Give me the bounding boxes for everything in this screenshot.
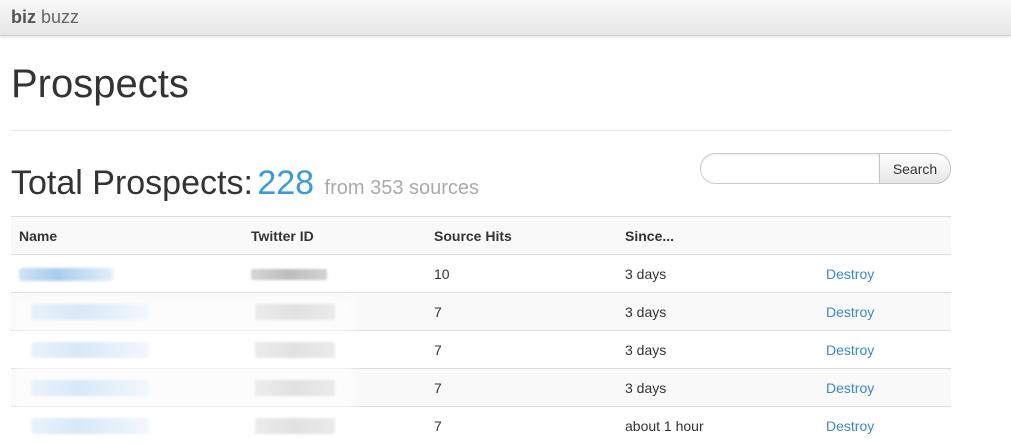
table-row: 7 3 days Destroy bbox=[11, 368, 951, 407]
actions-cell: Destroy bbox=[818, 406, 951, 445]
brand-light-text: buzz bbox=[41, 7, 80, 27]
actions-cell: Destroy bbox=[818, 254, 951, 293]
since-cell: 3 days bbox=[617, 368, 818, 407]
column-header-since[interactable]: Since... bbox=[617, 216, 818, 255]
total-prospects-summary: Total Prospects: 228 from 353 sources bbox=[11, 166, 479, 200]
prospect-name-cell[interactable] bbox=[11, 368, 243, 407]
prospect-name-cell[interactable] bbox=[11, 406, 243, 445]
actions-cell: Destroy bbox=[818, 292, 951, 331]
total-prospects-count: 228 bbox=[257, 164, 315, 202]
source-hits-cell: 7 bbox=[426, 368, 617, 407]
title-divider bbox=[11, 130, 951, 131]
redacted-twitter-id bbox=[255, 418, 335, 435]
redacted-name-link[interactable] bbox=[19, 268, 113, 282]
twitter-id-cell bbox=[243, 254, 426, 293]
actions-cell: Destroy bbox=[818, 368, 951, 407]
table-header-row: Name Twitter ID Source Hits Since... bbox=[11, 216, 951, 255]
actions-cell: Destroy bbox=[818, 330, 951, 369]
source-hits-cell: 7 bbox=[426, 406, 617, 445]
table-row: 7 3 days Destroy bbox=[11, 330, 951, 369]
table-row: 7 3 days Destroy bbox=[11, 292, 951, 331]
since-cell: 3 days bbox=[617, 330, 818, 369]
sources-count-text: from 353 sources bbox=[324, 177, 480, 199]
search-form: Search bbox=[700, 153, 951, 184]
redacted-twitter-id bbox=[255, 342, 335, 359]
redacted-twitter-id bbox=[251, 269, 327, 281]
destroy-link[interactable]: Destroy bbox=[826, 380, 874, 396]
brand-bold-text: biz bbox=[11, 7, 36, 27]
source-hits-cell: 7 bbox=[426, 292, 617, 331]
brand-logo[interactable]: biz buzz bbox=[11, 7, 79, 28]
twitter-id-cell bbox=[243, 406, 426, 445]
redacted-twitter-id bbox=[255, 304, 335, 321]
prospect-name-cell[interactable] bbox=[11, 330, 243, 369]
prospects-table: Name Twitter ID Source Hits Since... 10 … bbox=[11, 216, 951, 445]
redacted-twitter-id bbox=[255, 380, 335, 397]
source-hits-cell: 7 bbox=[426, 330, 617, 369]
since-cell: 3 days bbox=[617, 254, 818, 293]
top-navbar: biz buzz bbox=[0, 0, 1011, 36]
column-header-name[interactable]: Name bbox=[11, 216, 243, 255]
redacted-name-link[interactable] bbox=[31, 380, 149, 397]
prospect-name-cell[interactable] bbox=[11, 292, 243, 331]
twitter-id-cell bbox=[243, 292, 426, 331]
destroy-link[interactable]: Destroy bbox=[826, 342, 874, 358]
twitter-id-cell bbox=[243, 330, 426, 369]
column-header-source-hits[interactable]: Source Hits bbox=[426, 216, 617, 255]
search-input[interactable] bbox=[700, 153, 879, 184]
table-row: 7 about 1 hour Destroy bbox=[11, 406, 951, 445]
column-header-twitter-id[interactable]: Twitter ID bbox=[243, 216, 426, 255]
page-title: Prospects bbox=[11, 62, 189, 106]
redacted-name-link[interactable] bbox=[31, 342, 149, 359]
destroy-link[interactable]: Destroy bbox=[826, 266, 874, 282]
column-header-actions bbox=[818, 216, 951, 255]
total-prospects-label: Total Prospects: bbox=[11, 164, 253, 202]
search-button[interactable]: Search bbox=[879, 153, 951, 184]
since-cell: about 1 hour bbox=[617, 406, 818, 445]
redacted-name-link[interactable] bbox=[31, 418, 149, 435]
source-hits-cell: 10 bbox=[426, 254, 617, 293]
table-row: 10 3 days Destroy bbox=[11, 254, 951, 293]
destroy-link[interactable]: Destroy bbox=[826, 418, 874, 434]
twitter-id-cell bbox=[243, 368, 426, 407]
since-cell: 3 days bbox=[617, 292, 818, 331]
prospect-name-cell[interactable] bbox=[11, 254, 243, 293]
destroy-link[interactable]: Destroy bbox=[826, 304, 874, 320]
redacted-name-link[interactable] bbox=[31, 304, 149, 321]
